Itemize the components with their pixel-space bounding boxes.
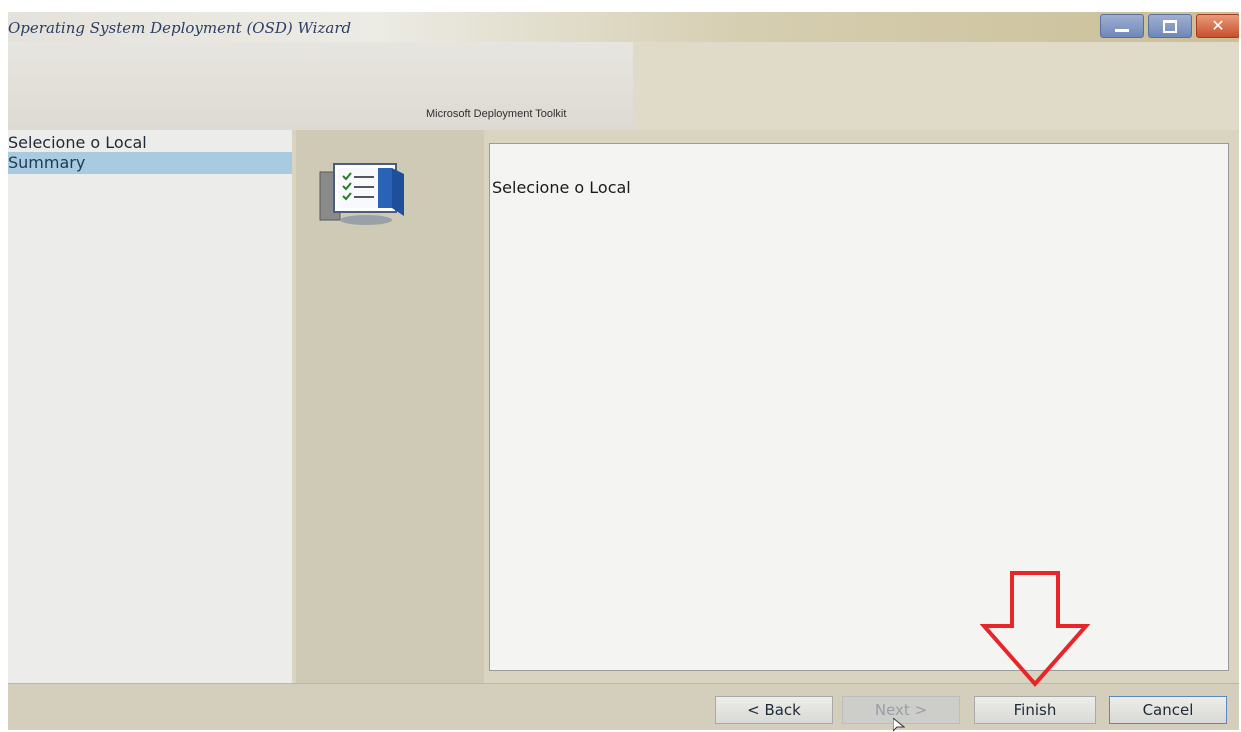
toolkit-label: Microsoft Deployment Toolkit: [426, 108, 567, 120]
button-bar: < Back Next > Finish Cancel: [8, 683, 1239, 730]
nav-item-summary[interactable]: Summary: [8, 152, 292, 174]
window-title: Operating System Deployment (OSD) Wizard: [8, 19, 352, 37]
maximize-icon: [1163, 19, 1177, 33]
checklist-monitor-icon: [319, 163, 404, 225]
title-bar: Operating System Deployment (OSD) Wizard…: [8, 12, 1239, 42]
close-button[interactable]: ✕: [1196, 14, 1239, 38]
icon-strip: [296, 130, 484, 683]
minimize-button[interactable]: [1100, 14, 1144, 38]
banner-logo-area: Microsoft Deployment Toolkit: [8, 42, 633, 130]
red-down-arrow-icon: [980, 571, 1090, 688]
content-panel: Selecione o Local: [489, 143, 1229, 671]
finish-button[interactable]: Finish: [974, 696, 1096, 724]
minimize-icon: [1115, 28, 1129, 32]
close-icon: ✕: [1211, 16, 1225, 35]
nav-item-selecione-o-local[interactable]: Selecione o Local: [8, 132, 292, 154]
cancel-button[interactable]: Cancel: [1109, 696, 1227, 724]
wizard-nav: Selecione o Local Summary: [8, 130, 292, 683]
content-title: Selecione o Local: [492, 178, 631, 197]
back-button[interactable]: < Back: [715, 696, 833, 724]
banner-right: [633, 42, 1239, 130]
maximize-button[interactable]: [1148, 14, 1192, 38]
mouse-pointer-icon: [893, 718, 905, 732]
header-banner: Microsoft Deployment Toolkit: [8, 42, 1239, 130]
